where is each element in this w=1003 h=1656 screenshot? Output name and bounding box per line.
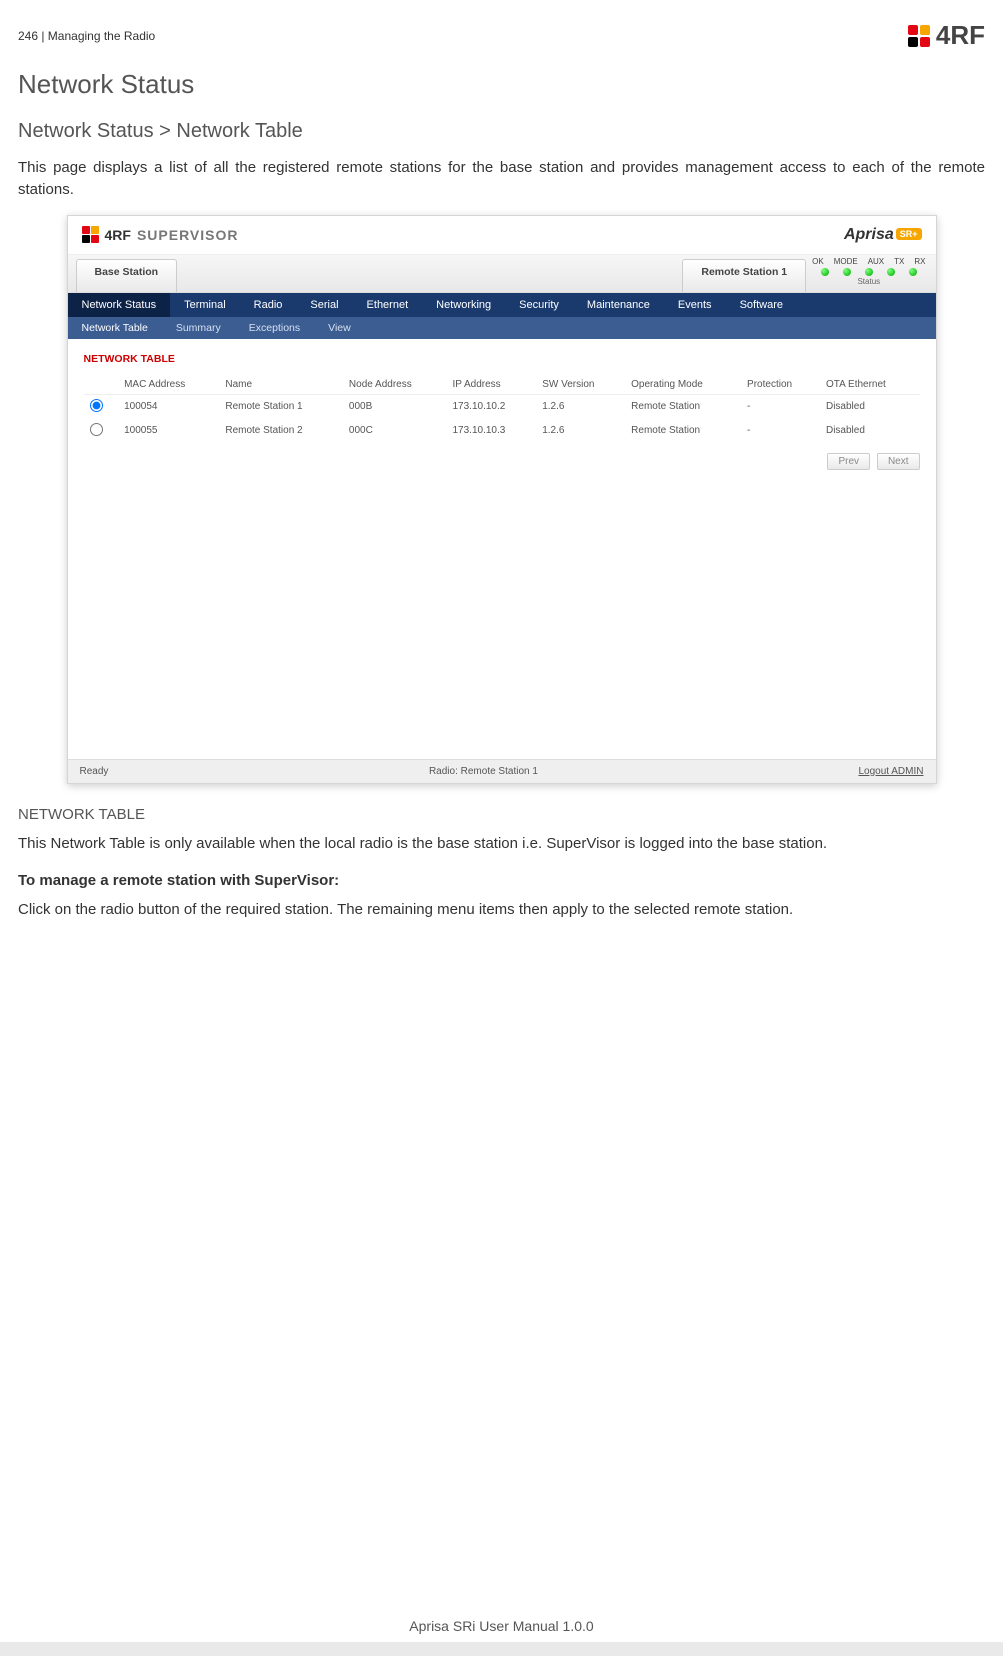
supervisor-screenshot: 4RF SUPERVISOR AprisaSR+ Base Station Re… <box>67 215 937 784</box>
logo-dots-icon <box>908 25 930 47</box>
table-row: 100055 Remote Station 2 000C 173.10.10.3… <box>84 419 920 443</box>
supervisor-label: SUPERVISOR <box>137 227 239 243</box>
col-mode: Operating Mode <box>625 375 741 395</box>
status-ready: Ready <box>80 766 109 777</box>
footer-bar <box>0 1642 1003 1656</box>
row-select-radio[interactable] <box>90 423 103 436</box>
brand-text: 4RF <box>936 20 985 51</box>
subnav-summary[interactable]: Summary <box>162 317 235 339</box>
nav-security[interactable]: Security <box>505 293 573 317</box>
brand-logo: 4RF <box>908 20 985 51</box>
manual-footer: Aprisa SRi User Manual 1.0.0 <box>0 1618 1003 1634</box>
primary-nav: Network Status Terminal Radio Serial Eth… <box>68 293 936 317</box>
sv-logo: 4RF SUPERVISOR <box>82 226 239 243</box>
nav-ethernet[interactable]: Ethernet <box>353 293 423 317</box>
next-button[interactable]: Next <box>877 453 920 470</box>
col-ip: IP Address <box>446 375 536 395</box>
nav-terminal[interactable]: Terminal <box>170 293 240 317</box>
aprisa-logo: AprisaSR+ <box>844 226 922 244</box>
row-select-radio[interactable] <box>90 399 103 412</box>
status-leds: OKMODEAUXTXRX Status <box>812 255 935 292</box>
logout-link[interactable]: Logout ADMIN <box>858 766 923 777</box>
prev-button[interactable]: Prev <box>827 453 870 470</box>
network-table-label: NETWORK TABLE <box>18 806 985 823</box>
table-row: 100054 Remote Station 1 000B 173.10.10.2… <box>84 394 920 419</box>
col-node: Node Address <box>343 375 447 395</box>
howto-body: Click on the radio button of the require… <box>18 899 985 921</box>
led-mode-icon <box>843 268 851 276</box>
nav-events[interactable]: Events <box>664 293 726 317</box>
nav-serial[interactable]: Serial <box>296 293 352 317</box>
panel-title: NETWORK TABLE <box>84 353 920 365</box>
page-title: Network Status <box>18 69 985 100</box>
nav-network-status[interactable]: Network Status <box>68 293 171 317</box>
tab-base-station[interactable]: Base Station <box>76 259 178 292</box>
network-table-description: This Network Table is only available whe… <box>18 833 985 855</box>
col-ota: OTA Ethernet <box>820 375 920 395</box>
page-reference: 246 | Managing the Radio <box>18 29 155 43</box>
network-table: MAC Address Name Node Address IP Address… <box>84 375 920 443</box>
nav-maintenance[interactable]: Maintenance <box>573 293 664 317</box>
nav-software[interactable]: Software <box>726 293 797 317</box>
sv-logo-dots-icon <box>82 226 99 243</box>
subnav-network-table[interactable]: Network Table <box>68 317 162 339</box>
led-rx-icon <box>909 268 917 276</box>
led-ok-icon <box>821 268 829 276</box>
col-mac: MAC Address <box>118 375 219 395</box>
col-sw: SW Version <box>536 375 625 395</box>
subnav-exceptions[interactable]: Exceptions <box>235 317 314 339</box>
breadcrumb: Network Status > Network Table <box>18 120 985 143</box>
nav-networking[interactable]: Networking <box>422 293 505 317</box>
howto-heading: To manage a remote station with SuperVis… <box>18 872 985 889</box>
secondary-nav: Network Table Summary Exceptions View <box>68 317 936 339</box>
col-name: Name <box>219 375 343 395</box>
intro-paragraph: This page displays a list of all the reg… <box>18 157 985 201</box>
led-aux-icon <box>865 268 873 276</box>
tab-remote-station[interactable]: Remote Station 1 <box>682 259 806 292</box>
col-protection: Protection <box>741 375 820 395</box>
status-radio: Radio: Remote Station 1 <box>429 766 538 777</box>
led-tx-icon <box>887 268 895 276</box>
subnav-view[interactable]: View <box>314 317 365 339</box>
nav-radio[interactable]: Radio <box>240 293 297 317</box>
